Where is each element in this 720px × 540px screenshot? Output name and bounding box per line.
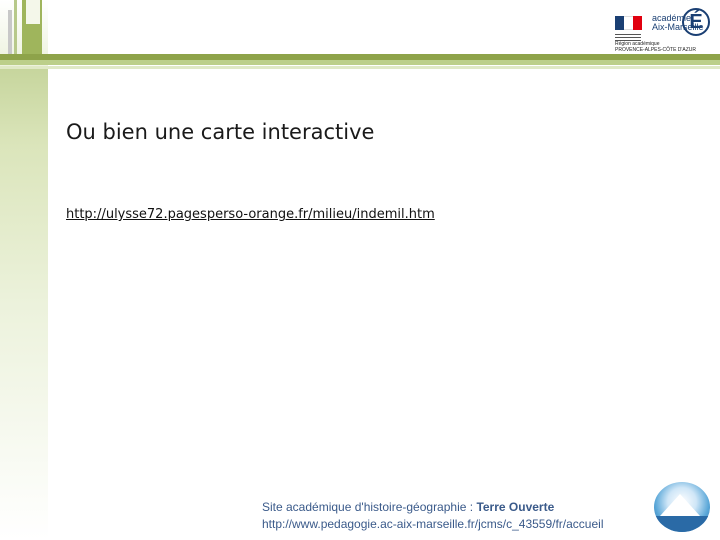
region-line-2: PROVENCE-ALPES-CÔTE D'AZUR: [615, 47, 696, 53]
left-decor-gradient: [0, 66, 48, 540]
academy-logo: académie Aix-Marseille É Région académiq…: [612, 6, 712, 53]
footer-url[interactable]: http://www.pedagogie.ac-aix-marseille.fr…: [262, 516, 662, 533]
region-label: Région académique PROVENCE-ALPES-CÔTE D'…: [615, 41, 696, 53]
decor-bar: [14, 0, 17, 60]
header-stripe: [0, 66, 720, 69]
mountain-shape: [660, 494, 700, 516]
header-stripe: [0, 60, 720, 65]
logo-base: [654, 516, 710, 532]
footer-site-line: Site académique d'histoire-géographie : …: [262, 499, 662, 516]
footer-site-name: Terre Ouverte: [476, 500, 555, 514]
academy-e-icon: É: [682, 8, 710, 36]
interactive-map-link[interactable]: http://ulysse72.pagesperso-orange.fr/mil…: [66, 206, 435, 224]
decor-bar-highlight: [26, 0, 40, 24]
terre-ouverte-logo-icon: [654, 482, 710, 532]
french-flag-icon: [615, 16, 642, 30]
footer: Site académique d'histoire-géographie : …: [262, 499, 662, 533]
slide-title: Ou bien une carte interactive: [66, 120, 375, 144]
footer-site-label: Site académique d'histoire-géographie :: [262, 500, 477, 514]
